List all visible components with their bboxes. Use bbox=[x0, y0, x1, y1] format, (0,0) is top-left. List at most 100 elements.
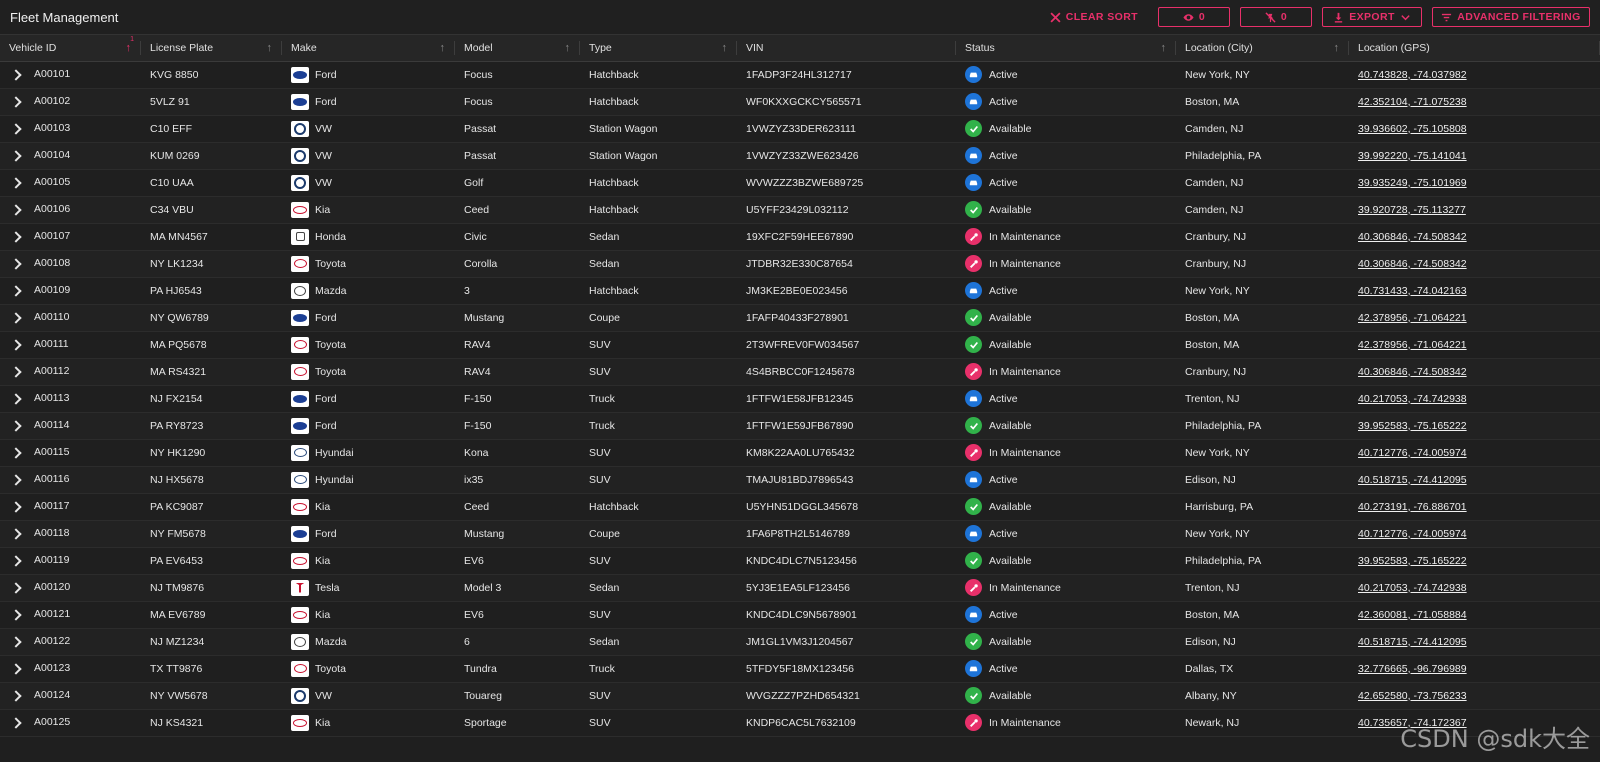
chevron-right-icon[interactable] bbox=[10, 500, 22, 513]
gps-link[interactable]: 40.306846, -74.508342 bbox=[1358, 366, 1467, 378]
table-row[interactable]: A00111 MA PQ5678 Toyota RAV4 SUV 2T3WFREV0FW0… bbox=[0, 331, 1600, 358]
export-button[interactable]: EXPORT bbox=[1322, 7, 1422, 27]
sort-arrow-icon[interactable]: ↑ bbox=[722, 42, 728, 54]
chevron-right-icon[interactable] bbox=[10, 257, 22, 270]
column-header-license-plate[interactable]: License Plate ↑ bbox=[141, 35, 282, 62]
table-row[interactable]: A00118 NY FM5678 Ford Mustang Coupe 1FA6P8TH2… bbox=[0, 520, 1600, 547]
table-row[interactable]: A00103 C10 EFF VW Passat Station Wagon 1VWZYZ… bbox=[0, 115, 1600, 142]
sort-arrow-icon[interactable]: ↑ bbox=[126, 42, 132, 54]
chevron-right-icon[interactable] bbox=[10, 635, 22, 648]
chevron-right-icon[interactable] bbox=[10, 311, 22, 324]
sort-arrow-icon[interactable]: ↑ bbox=[1334, 42, 1340, 54]
chevron-right-icon[interactable] bbox=[10, 527, 22, 540]
table-row[interactable]: A00104 KUM 0269 VW Passat Station Wagon 1VWZY… bbox=[0, 142, 1600, 169]
table-row[interactable]: A00105 C10 UAA VW Golf Hatchback WVWZZZ3BZWE6… bbox=[0, 169, 1600, 196]
gps-link[interactable]: 40.518715, -74.412095 bbox=[1358, 636, 1467, 648]
clear-sort-button[interactable]: CLEAR SORT bbox=[1040, 11, 1148, 23]
chevron-right-icon[interactable] bbox=[10, 68, 22, 81]
gps-link[interactable]: 39.952583, -75.165222 bbox=[1358, 555, 1467, 567]
chevron-right-icon[interactable] bbox=[10, 230, 22, 243]
gps-link[interactable]: 32.776665, -96.796989 bbox=[1358, 663, 1467, 675]
make-text: Mazda bbox=[315, 284, 347, 297]
table-row[interactable]: A00125 NJ KS4321 Kia Sportage SUV KNDP6CAC5L7… bbox=[0, 709, 1600, 736]
show-columns-button[interactable]: 0 bbox=[1158, 7, 1230, 27]
gps-link[interactable]: 39.935249, -75.101969 bbox=[1358, 177, 1467, 189]
gps-link[interactable]: 42.378956, -71.064221 bbox=[1358, 312, 1467, 324]
column-header-vehicle-id[interactable]: Vehicle ID ↑ 1 bbox=[0, 35, 141, 62]
hide-columns-button[interactable]: 0 bbox=[1240, 7, 1312, 27]
sort-arrow-icon[interactable]: ↑ bbox=[565, 42, 571, 54]
chevron-right-icon[interactable] bbox=[10, 365, 22, 378]
gps-link[interactable]: 39.920728, -75.113277 bbox=[1358, 204, 1466, 216]
gps-link[interactable]: 42.378956, -71.064221 bbox=[1358, 339, 1467, 351]
chevron-right-icon[interactable] bbox=[10, 662, 22, 675]
table-row[interactable]: A00115 NY HK1290 Hyundai Kona SUV KM8K22AA0LU… bbox=[0, 439, 1600, 466]
table-row[interactable]: A00107 MA MN4567 Honda Civic Sedan 19XFC2F59H… bbox=[0, 223, 1600, 250]
gps-link[interactable]: 39.992220, -75.141041 bbox=[1358, 150, 1467, 162]
chevron-right-icon[interactable] bbox=[10, 284, 22, 297]
sort-arrow-icon[interactable]: ↑ bbox=[440, 42, 446, 54]
table-row[interactable]: A00102 5VLZ 91 Ford Focus Hatchback WF0KXXGCK… bbox=[0, 88, 1600, 115]
chevron-right-icon[interactable] bbox=[10, 392, 22, 405]
gps-link[interactable]: 39.952583, -75.165222 bbox=[1358, 420, 1467, 432]
column-header-make[interactable]: Make ↑ bbox=[282, 35, 455, 62]
gps-link[interactable]: 42.352104, -71.075238 bbox=[1358, 96, 1467, 108]
gps-link[interactable]: 40.217053, -74.742938 bbox=[1358, 582, 1467, 594]
chevron-right-icon[interactable] bbox=[10, 554, 22, 567]
cell-type: Hatchback bbox=[589, 95, 639, 108]
column-header-model[interactable]: Model ↑ bbox=[455, 35, 580, 62]
sort-arrow-icon[interactable]: ↑ bbox=[267, 42, 273, 54]
chevron-right-icon[interactable] bbox=[10, 446, 22, 459]
table-row[interactable]: A00121 MA EV6789 Kia EV6 SUV KNDC4DLC9N567890… bbox=[0, 601, 1600, 628]
gps-link[interactable]: 39.936602, -75.105808 bbox=[1358, 123, 1467, 135]
column-header-type[interactable]: Type ↑ bbox=[580, 35, 737, 62]
advanced-filtering-button[interactable]: ADVANCED FILTERING bbox=[1432, 7, 1590, 27]
table-row[interactable]: A00114 PA RY8723 Ford F-150 Truck 1FTFW1E59JF… bbox=[0, 412, 1600, 439]
chevron-right-icon[interactable] bbox=[10, 176, 22, 189]
table-row[interactable]: A00119 PA EV6453 Kia EV6 SUV KNDC4DLC7N512345… bbox=[0, 547, 1600, 574]
table-row[interactable]: A00113 NJ FX2154 Ford F-150 Truck 1FTFW1E58JF… bbox=[0, 385, 1600, 412]
cell-status: Active bbox=[956, 61, 1176, 88]
table-row[interactable]: A00112 MA RS4321 Toyota RAV4 SUV 4S4BRBCC0F12… bbox=[0, 358, 1600, 385]
chevron-right-icon[interactable] bbox=[10, 473, 22, 486]
gps-link[interactable]: 40.518715, -74.412095 bbox=[1358, 474, 1467, 486]
gps-link[interactable]: 40.306846, -74.508342 bbox=[1358, 258, 1467, 270]
gps-link[interactable]: 40.217053, -74.742938 bbox=[1358, 393, 1467, 405]
chevron-right-icon[interactable] bbox=[10, 716, 22, 729]
chevron-right-icon[interactable] bbox=[10, 689, 22, 702]
gps-link[interactable]: 40.712776, -74.005974 bbox=[1358, 447, 1467, 459]
table-row[interactable]: A00120 NJ TM9876 Tesla Model 3 Sedan 5YJ3E1EA… bbox=[0, 574, 1600, 601]
table-row[interactable]: A00124 NY VW5678 VW Touareg SUV WVGZZZ7PZHD65… bbox=[0, 682, 1600, 709]
gps-link[interactable]: 40.306846, -74.508342 bbox=[1358, 231, 1467, 243]
column-header-location-gps[interactable]: Location (GPS) bbox=[1349, 35, 1600, 62]
table-row[interactable]: A00110 NY QW6789 Ford Mustang Coupe 1FAFP4043… bbox=[0, 304, 1600, 331]
table-row[interactable]: A00117 PA KC9087 Kia Ceed Hatchback U5YHN51DG… bbox=[0, 493, 1600, 520]
chevron-right-icon[interactable] bbox=[10, 608, 22, 621]
chevron-right-icon[interactable] bbox=[10, 581, 22, 594]
chevron-right-icon[interactable] bbox=[10, 203, 22, 216]
column-header-vin[interactable]: VIN bbox=[737, 35, 956, 62]
table-row[interactable]: A00116 NJ HX5678 Hyundai ix35 SUV TMAJU81BDJ7… bbox=[0, 466, 1600, 493]
gps-link[interactable]: 40.712776, -74.005974 bbox=[1358, 528, 1467, 540]
chevron-right-icon[interactable] bbox=[10, 419, 22, 432]
mazda-logo-icon bbox=[291, 633, 309, 650]
table-row[interactable]: A00101 KVG 8850 Ford Focus Hatchback 1FADP3F2… bbox=[0, 61, 1600, 88]
table-row[interactable]: A00109 PA HJ6543 Mazda 3 Hatchback JM3KE2BE0E… bbox=[0, 277, 1600, 304]
column-header-status[interactable]: Status ↑ bbox=[956, 35, 1176, 62]
chevron-right-icon[interactable] bbox=[10, 149, 22, 162]
gps-link[interactable]: 40.273191, -76.886701 bbox=[1358, 501, 1467, 513]
cell-status: In Maintenance bbox=[956, 250, 1176, 277]
gps-link[interactable]: 42.652580, -73.756233 bbox=[1358, 690, 1467, 702]
table-row[interactable]: A00122 NJ MZ1234 Mazda 6 Sedan JM1GL1VM3J1204… bbox=[0, 628, 1600, 655]
chevron-right-icon[interactable] bbox=[10, 338, 22, 351]
table-row[interactable]: A00108 NY LK1234 Toyota Corolla Sedan JTDBR32… bbox=[0, 250, 1600, 277]
table-row[interactable]: A00123 TX TT9876 Toyota Tundra Truck 5TFDY5F1… bbox=[0, 655, 1600, 682]
chevron-right-icon[interactable] bbox=[10, 95, 22, 108]
gps-link[interactable]: 42.360081, -71.058884 bbox=[1358, 609, 1467, 621]
sort-arrow-icon[interactable]: ↑ bbox=[1161, 42, 1167, 54]
gps-link[interactable]: 40.743828, -74.037982 bbox=[1358, 69, 1467, 81]
chevron-right-icon[interactable] bbox=[10, 122, 22, 135]
table-row[interactable]: A00106 C34 VBU Kia Ceed Hatchback U5YFF23429L… bbox=[0, 196, 1600, 223]
column-header-location-city[interactable]: Location (City) ↑ bbox=[1176, 35, 1349, 62]
gps-link[interactable]: 40.731433, -74.042163 bbox=[1358, 285, 1467, 297]
